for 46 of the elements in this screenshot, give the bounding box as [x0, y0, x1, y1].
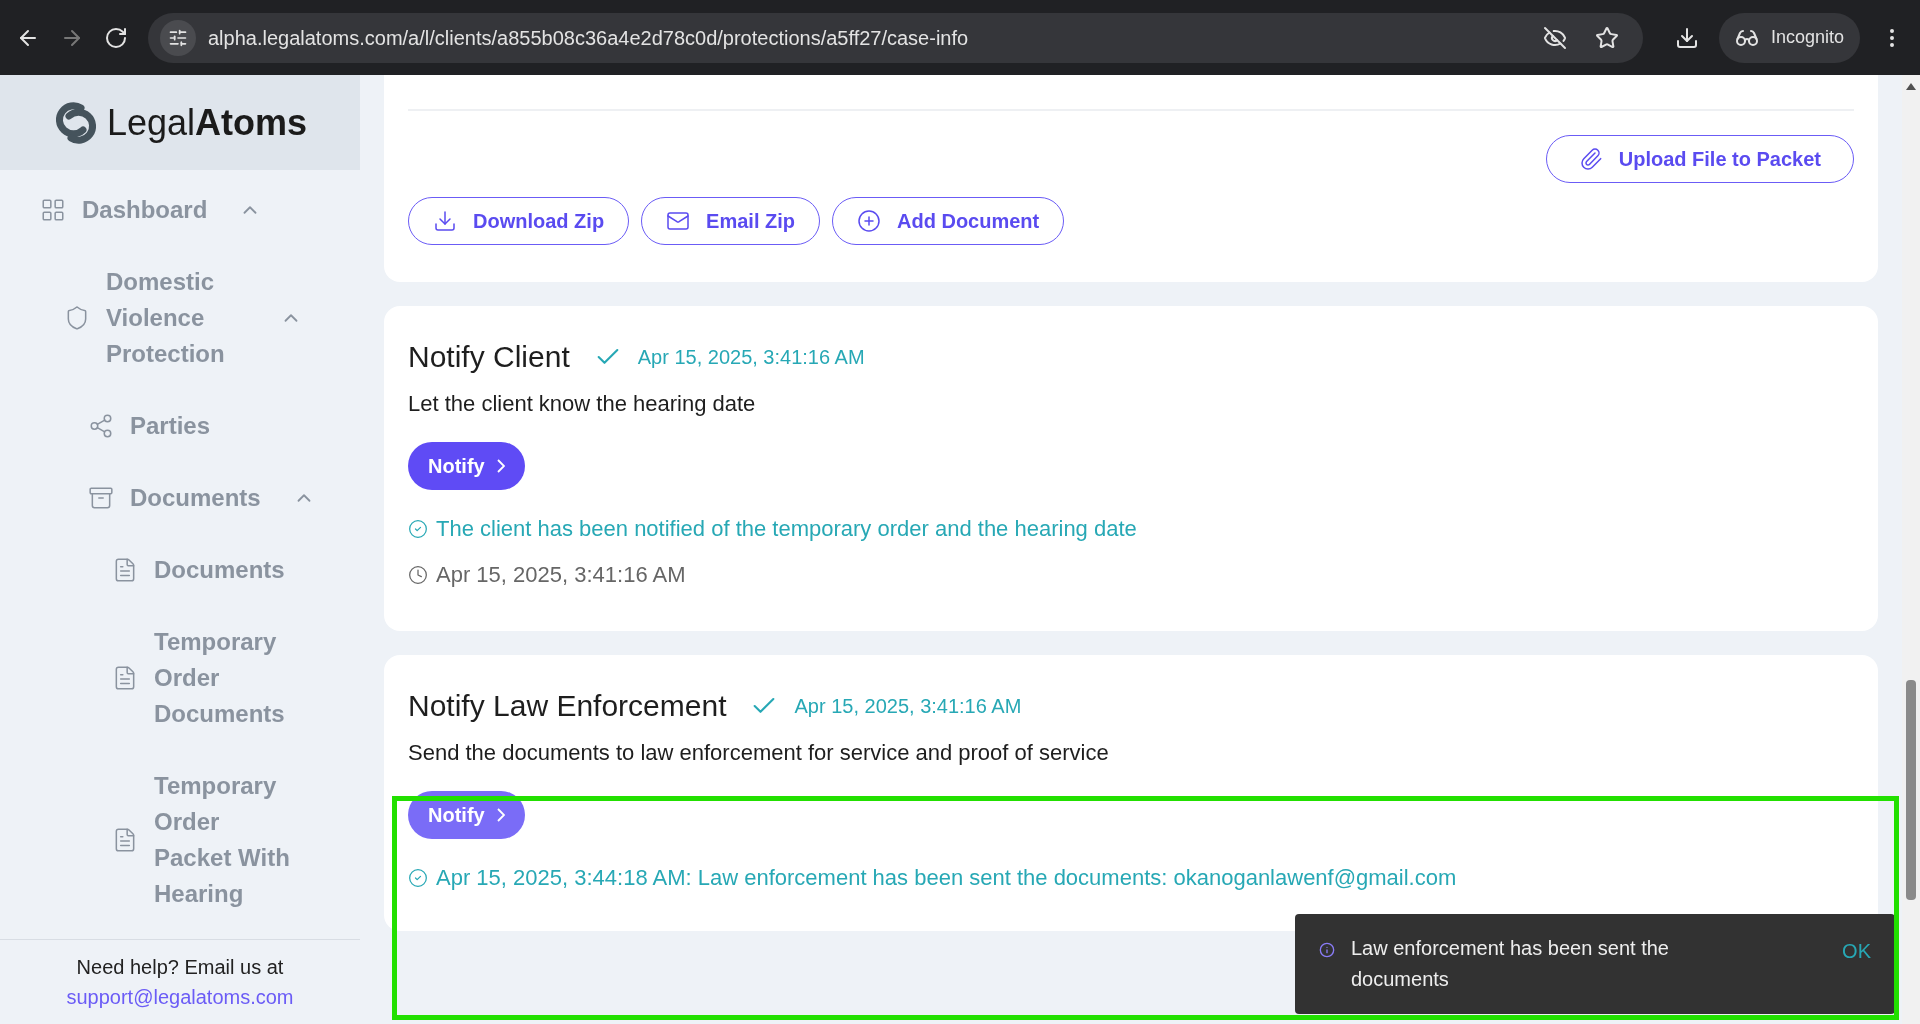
task-title: Notify Law Enforcement	[408, 688, 727, 724]
sidebar-item[interactable]: Parties	[130, 408, 211, 444]
bookmark-star-icon[interactable]	[1594, 25, 1619, 50]
check-circle-icon	[408, 519, 428, 539]
url-text[interactable]: alpha.legalatoms.com/a/l/clients/a855b08c36a4e2d78c0d/protections/a5ff27/case-info	[208, 22, 1531, 53]
timestamp: Apr 15, 2025, 3:41:16 AM	[436, 561, 686, 589]
sidebar-item[interactable]: Dashboard	[82, 192, 208, 228]
sidebar-item[interactable]: Temporary Order Packet With Hearing	[154, 768, 296, 912]
reload-icon[interactable]	[104, 25, 128, 50]
task-description: Let the client know the hearing date	[408, 390, 757, 418]
scroll-up-arrow-icon[interactable]	[1906, 83, 1916, 90]
sidebar-item[interactable]: Temporary Order Documents	[154, 624, 296, 732]
plus-circle-icon	[857, 209, 881, 233]
task-date: Apr 15, 2025, 3:41:16 AM	[637, 344, 865, 370]
logo-text: LegalAtoms	[106, 100, 308, 145]
profile-label: Incognito	[1770, 26, 1844, 49]
clock-icon	[408, 564, 428, 585]
grid-icon	[40, 197, 66, 223]
address-bar[interactable]: alpha.legalatoms.com/a/l/clients/a855b08c36a4e2d78c0d/protections/a5ff27/case-info	[148, 12, 1643, 63]
site-info-icon[interactable]	[160, 19, 196, 56]
status-text: Apr 15, 2025, 3:44:18 AM: Law enforcement has been sent the documents: okanoganlawenf@gmail.com	[436, 865, 1457, 891]
task-date: Apr 15, 2025, 3:41:16 AM	[794, 693, 1022, 719]
paperclip-icon	[1578, 147, 1603, 171]
chevron-right-icon	[496, 459, 505, 473]
archive-box-icon	[88, 485, 114, 511]
help-text: Need help? Email us at	[76, 955, 284, 980]
check-circle-icon	[408, 868, 428, 888]
mail-icon	[666, 209, 691, 233]
sidebar-item[interactable]: Domestic Violence Protection	[106, 264, 248, 372]
download-icon	[433, 209, 457, 233]
status-text: The client has been notified of the temporary order and the hearing date	[436, 516, 1137, 542]
task-title: Notify Client	[408, 339, 570, 375]
toast-message: Law enforcement has been sent the documents	[1351, 936, 1670, 992]
chevron-right-icon	[496, 808, 505, 822]
notify-button[interactable]: Notify	[408, 442, 525, 490]
task-description: Send the documents to law enforcement for service and proof of service	[408, 739, 1110, 767]
download-icon[interactable]	[1674, 25, 1699, 50]
toast-ok-button[interactable]: OK	[1842, 936, 1871, 966]
incognito-badge[interactable]: Incognito	[1718, 12, 1860, 63]
support-email-link[interactable]: support@legalatoms.com	[66, 982, 294, 1012]
sidebar-item[interactable]: Documents	[154, 552, 285, 588]
info-icon	[1319, 942, 1335, 958]
eye-off-icon[interactable]	[1542, 25, 1567, 50]
sidebar-item[interactable]: Documents	[130, 480, 261, 516]
share-icon	[88, 413, 114, 439]
scrollbar-thumb[interactable]	[1906, 680, 1916, 900]
